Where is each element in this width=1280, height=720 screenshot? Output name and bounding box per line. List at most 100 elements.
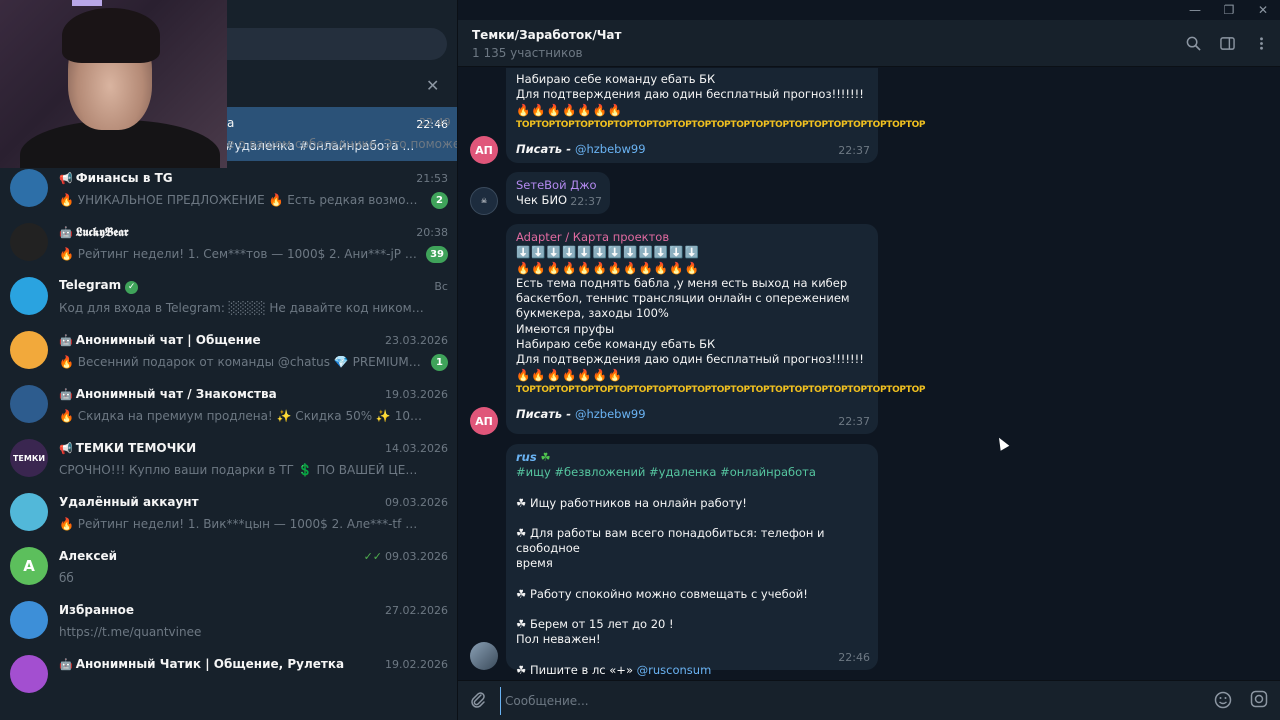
message-time: 22:37 [570, 194, 602, 208]
chat-preview-text: 🔥 Весенний подарок от команды @chatus 💎 … [59, 355, 424, 369]
sender-avatar[interactable] [470, 642, 498, 670]
message-line: Набираю себе команду ебать БК [516, 72, 716, 86]
chat-preview-text: 🔥 Скидка на премиум продлена! ✨ Скидка 5… [59, 409, 424, 423]
chat-preview: бб [59, 571, 74, 585]
chat-item-body: Telegram ✓ Вс Код для входа в Telegram: ░… [59, 277, 448, 317]
chat-list-item[interactable]: ТЕМКИ 📢 ТЕМКИ ТЕМОЧКИ 14.03.2026 СРОЧНО!!… [0, 431, 457, 485]
unread-badge: 39 [426, 245, 448, 263]
more-vertical-icon[interactable] [1252, 34, 1270, 52]
chat-item-preview-row: бб [59, 567, 448, 589]
conversation-panel: — ❐ ✕ Темки/Заработок/Чат 1 135 участник… [458, 0, 1280, 720]
chat-item-preview-row: 🔥 УНИКАЛЬНОЕ ПРЕДЛОЖЕНИЕ 🔥 Есть редкая в… [59, 189, 448, 211]
sidebar-toggle-icon[interactable] [1218, 34, 1236, 52]
chat-item-preview-row: 🔥 Рейтинг недели! 1. Вик***цын — 1000$ 2… [59, 513, 448, 535]
chat-preview: 🔥 УНИКАЛЬНОЕ ПРЕДЛОЖЕНИЕ 🔥 Есть редкая в… [59, 193, 424, 207]
write-line: Писать - @hzbebw99 [516, 142, 868, 157]
message-bubble[interactable]: SeтeBoй Джо Чек БИО 22:37 [506, 172, 610, 214]
clover-icon: ☘ [540, 450, 551, 464]
message-input[interactable] [500, 687, 1200, 715]
message-bubble[interactable]: Adapter / Карта проектов ⬇️⬇️⬇️⬇️⬇️⬇️⬇️⬇… [506, 224, 926, 434]
chat-list-item[interactable]: 🤖 Анонимный чат | Общение 23.03.2026 🔥 Ве… [0, 323, 457, 377]
chat-item-header: Удалённый аккаунт 09.03.2026 [59, 493, 448, 511]
chat-list-item[interactable]: 📢 Финансы в TG 21:53 🔥 УНИКАЛЬНОЕ ПРЕДЛОЖ… [0, 161, 457, 215]
user-handle-link[interactable]: @hzbebw99 [575, 142, 646, 156]
message-sender[interactable]: Adapter / Карта проектов [516, 230, 868, 245]
chat-time: 23.03.2026 [385, 333, 448, 347]
search-icon[interactable] [1184, 34, 1202, 52]
sender-avatar[interactable]: АП [470, 407, 498, 435]
chat-item-header: 🤖 Анонимный Чатик | Общение, Рулетка 19.0… [59, 655, 448, 673]
chat-time: 09.03.2026 [385, 549, 448, 563]
chat-header[interactable]: Темки/Заработок/Чат 1 135 участников [458, 20, 1280, 67]
chat-list-item[interactable]: Удалённый аккаунт 09.03.2026 🔥 Рейтинг н… [0, 485, 457, 539]
message-bubble[interactable]: rus ☘ #ищу #безвложений #удаленка #онлай… [506, 444, 878, 677]
chat-preview-text: 🔥 Рейтинг недели! 1. Сем***тов — 1000$ 2… [59, 247, 424, 261]
sender-avatar[interactable]: АП [470, 136, 498, 164]
emoji-icon[interactable] [1214, 691, 1232, 714]
chat-preview: Код для входа в Telegram: ░░░░ Не давайт… [59, 301, 424, 315]
arrow-emojis: ⬇️⬇️⬇️⬇️⬇️⬇️⬇️⬇️⬇️⬇️⬇️⬇️ [516, 245, 700, 260]
chat-preview: 🔥 Весенний подарок от команды @chatus 💎 … [59, 355, 424, 369]
chat-list-item[interactable]: А Алексей ✓✓ 09.03.2026 бб [0, 539, 457, 593]
chat-preview: СРОЧНО!!! Куплю ваши подарки в ТГ 💲 ПО В… [59, 463, 424, 477]
close-search-icon[interactable]: ✕ [426, 76, 439, 95]
message-sender[interactable]: rus [516, 450, 537, 464]
chat-item-preview-row: Код для входа в Telegram: ░░░░ Не давайт… [59, 297, 448, 319]
chat-item-header: 🤖 Анонимный чат / Знакомства 19.03.2026 [59, 385, 448, 403]
chat-item-body: 🤖 𝕷𝖚𝖈𝖐𝖞𝕭𝖊𝖆𝖗 20:38 🔥 Рейтинг недели! 1. Се… [59, 223, 448, 263]
unread-badge: 2 [431, 191, 448, 209]
message-time: 22:37 [838, 143, 870, 157]
fire-emojis: 🔥🔥🔥🔥🔥🔥🔥 [516, 367, 624, 382]
chat-time: 14.03.2026 [385, 441, 448, 455]
chat-list-item[interactable]: 🤖 𝕷𝖚𝖈𝖐𝖞𝕭𝖊𝖆𝖗 20:38 🔥 Рейтинг недели! 1. Се… [0, 215, 457, 269]
bot-icon: 🤖 [59, 388, 73, 401]
ring-light [72, 0, 102, 6]
telegram-app: ✕ а 22:49 е о вашем собеседнике. Это пом… [0, 0, 1280, 720]
camera-icon[interactable] [1250, 690, 1268, 713]
chat-preview-text: СРОЧНО!!! Куплю ваши подарки в ТГ 💲 ПО В… [59, 463, 424, 477]
chat-preview: 🔥 Рейтинг недели! 1. Сем***тов — 1000$ 2… [59, 247, 424, 261]
paperclip-icon[interactable] [470, 691, 486, 713]
chat-name: Избранное [59, 603, 134, 617]
sender-avatar[interactable]: ☠ [470, 187, 498, 215]
chat-item-preview-row: 🔥 Весенний подарок от команды @chatus 💎 … [59, 351, 448, 373]
chat-item-header: 🤖 Анонимный чат | Общение 23.03.2026 [59, 331, 448, 349]
message-line: Набираю себе команду ебать БК [516, 337, 716, 352]
message-line: Для подтверждения даю один бесплатный пр… [516, 87, 864, 102]
chat-item-body: 🤖 Анонимный чат / Знакомства 19.03.2026 🔥… [59, 385, 448, 425]
message-composer [458, 680, 1280, 720]
chat-name-text: ТЕМКИ ТЕМОЧКИ [75, 441, 197, 455]
message-sender[interactable]: SeтeBoй Джо [516, 178, 600, 193]
channel-icon: 📢 [59, 442, 73, 455]
chat-time: 21:53 [416, 171, 448, 185]
user-handle-link[interactable]: @rusconsum [637, 663, 712, 677]
chat-name: 🤖 𝕷𝖚𝖈𝖐𝖞𝕭𝖊𝖆𝖗 [59, 225, 129, 240]
chat-item-header: Избранное 27.02.2026 [59, 601, 448, 619]
chat-name-text: Алексей [59, 549, 118, 563]
message-sender-line: rus ☘ [516, 450, 868, 465]
chat-item-header: 📢 ТЕМКИ ТЕМОЧКИ 14.03.2026 [59, 439, 448, 457]
minimize-button[interactable]: — [1178, 0, 1212, 20]
peek-chat-name: а [227, 116, 235, 130]
message-hashtags[interactable]: #ищу #безвложений #удаленка #онлайнработ… [516, 465, 868, 480]
chat-list: 👥Темки/Заработок/Чат 22:46 rus: #ищу #бе… [0, 107, 457, 701]
user-handle-link[interactable]: @hzbebw99 [575, 407, 646, 421]
message-paragraph: ☘ Пишите в лс «+» @rusconsum [516, 663, 868, 678]
chat-name: 📢 ТЕМКИ ТЕМОЧКИ [59, 441, 196, 455]
chat-item-header: Telegram ✓ Вс [59, 277, 448, 295]
message-bubble[interactable]: Набираю себе команду ебать БК Для подтве… [506, 68, 926, 163]
chat-list-item[interactable]: 🤖 Анонимный Чатик | Общение, Рулетка 19.0… [0, 647, 457, 701]
close-window-button[interactable]: ✕ [1246, 0, 1280, 20]
write-label: Писать - [516, 142, 575, 157]
message-time: 22:37 [838, 414, 870, 428]
chat-list-item[interactable]: Избранное 27.02.2026 https://t.me/quantv… [0, 593, 457, 647]
maximize-button[interactable]: ❐ [1212, 0, 1246, 20]
chat-name-text: Анонимный чат | Общение [75, 333, 261, 347]
chat-list-item[interactable]: Telegram ✓ Вс Код для входа в Telegram: ░… [0, 269, 457, 323]
message-paragraph: ☘ Работу спокойно можно совмещать с учеб… [516, 586, 808, 601]
chat-list-item[interactable]: 🤖 Анонимный чат / Знакомства 19.03.2026 🔥… [0, 377, 457, 431]
chat-meta: 20:38 [416, 226, 448, 239]
chat-item-header: 🤖 𝕷𝖚𝖈𝖐𝖞𝕭𝖊𝖆𝖗 20:38 [59, 223, 448, 241]
message-line: Имеются пруфы [516, 321, 615, 336]
chat-meta: 19.02.2026 [385, 658, 448, 671]
